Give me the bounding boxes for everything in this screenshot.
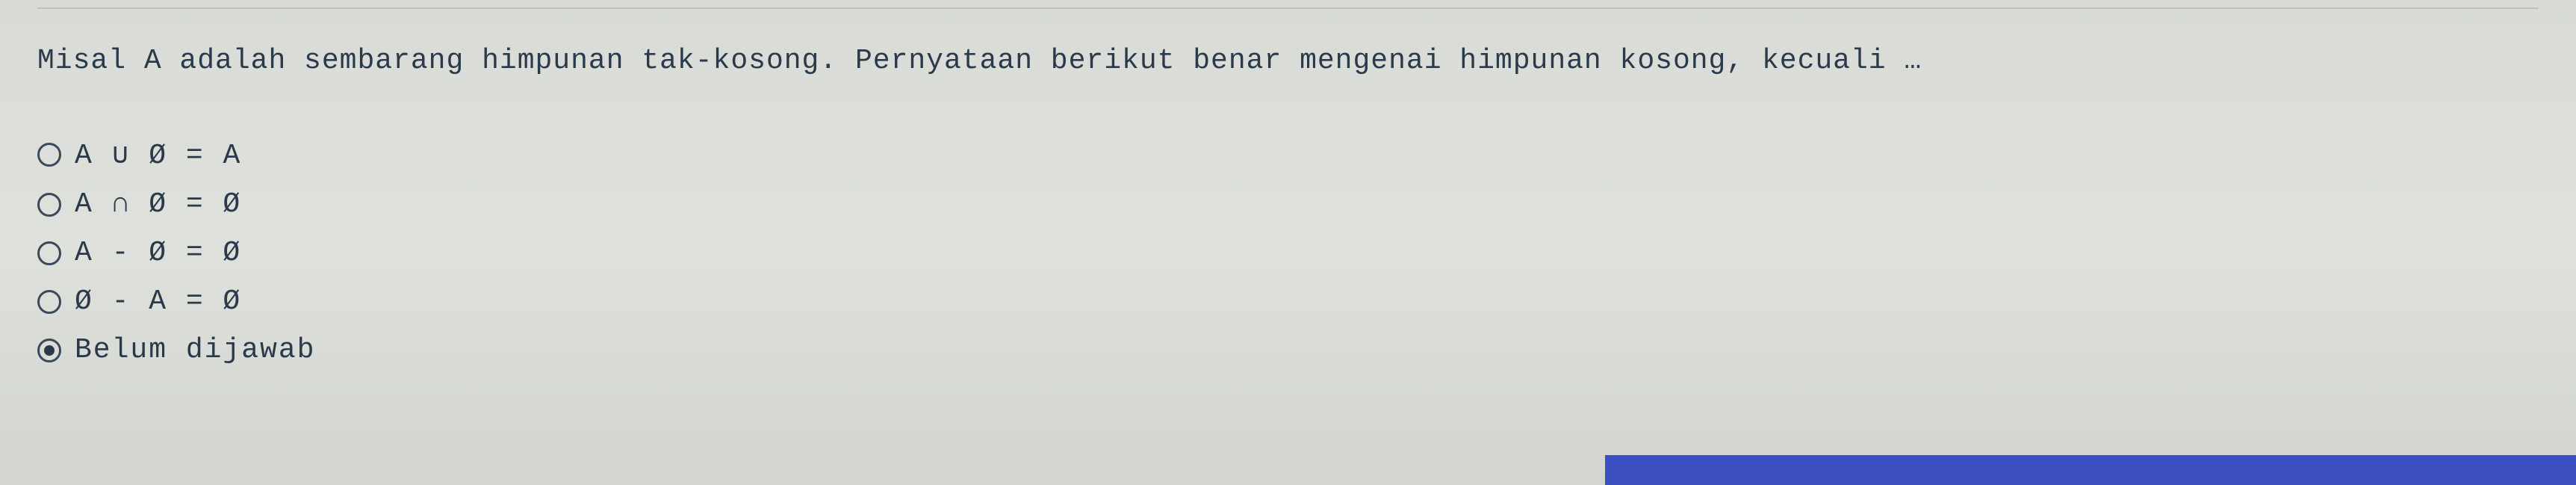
option-2[interactable]: A ∩ Ø = Ø — [37, 188, 2539, 220]
option-label: Belum dijawab — [75, 334, 315, 366]
radio-icon — [37, 290, 61, 314]
option-4[interactable]: Ø - A = Ø — [37, 285, 2539, 318]
option-label: A - Ø = Ø — [75, 237, 241, 269]
options-group: A ∪ Ø = A A ∩ Ø = Ø A - Ø = Ø Ø - A = Ø … — [37, 137, 2539, 366]
option-label: Ø - A = Ø — [75, 285, 241, 318]
option-5[interactable]: Belum dijawab — [37, 334, 2539, 366]
question-text: Misal A adalah sembarang himpunan tak-ko… — [37, 45, 2539, 77]
divider — [37, 7, 2539, 9]
radio-icon — [37, 193, 61, 217]
radio-icon — [37, 143, 61, 167]
radio-icon — [37, 241, 61, 265]
option-label: A ∩ Ø = Ø — [75, 188, 241, 220]
option-label: A ∪ Ø = A — [75, 137, 241, 172]
bottom-accent-bar — [1605, 455, 2576, 485]
option-3[interactable]: A - Ø = Ø — [37, 237, 2539, 269]
radio-icon-selected — [37, 339, 61, 362]
option-1[interactable]: A ∪ Ø = A — [37, 137, 2539, 172]
